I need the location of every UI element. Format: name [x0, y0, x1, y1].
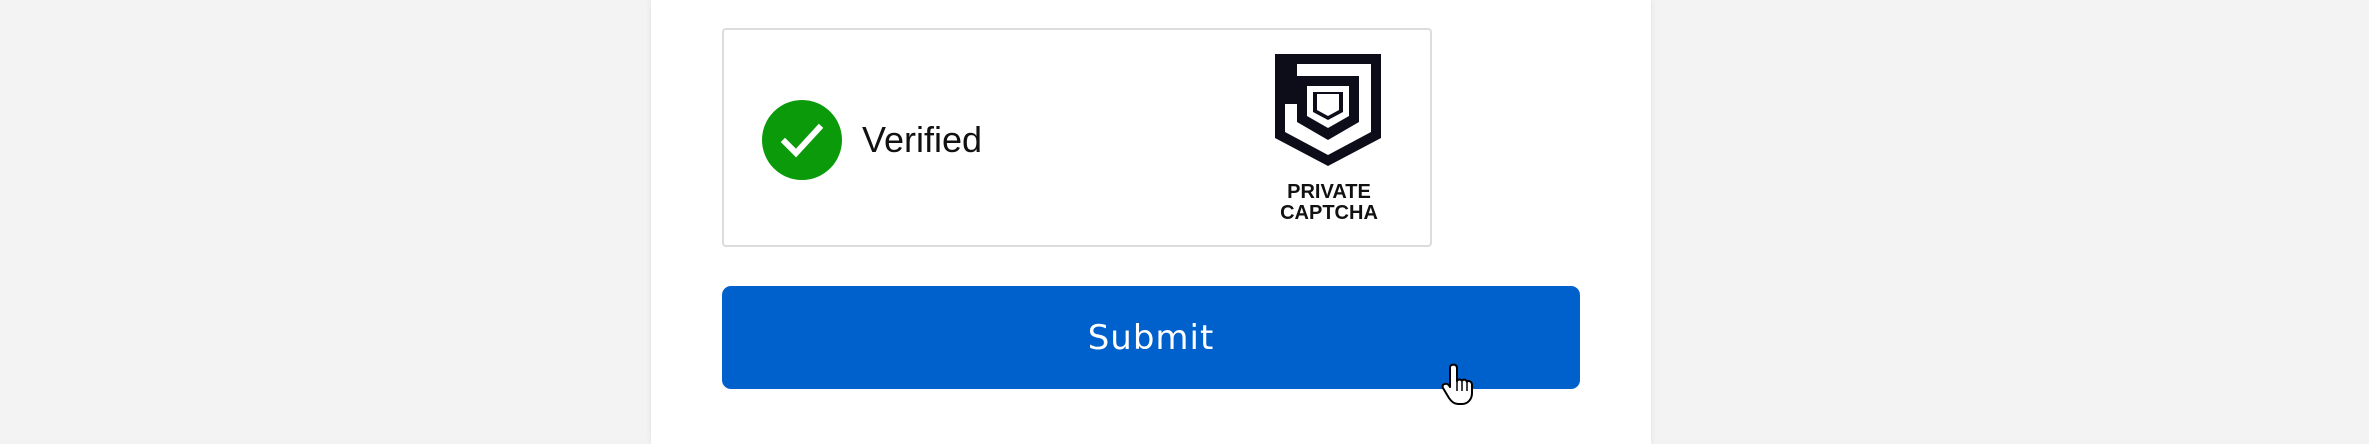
- verification-status-label: Verified: [862, 119, 983, 160]
- private-captcha-shield-logo-icon: [1275, 54, 1381, 166]
- checkmark-icon: [762, 100, 842, 180]
- captcha-brand-name: PRIVATE CAPTCHA: [1259, 182, 1399, 224]
- captcha-brand: PRIVATE CAPTCHA: [1259, 54, 1399, 234]
- hand-pointer-icon: [1440, 363, 1480, 407]
- brand-line-1: PRIVATE: [1287, 181, 1371, 203]
- brand-line-2: CAPTCHA: [1280, 202, 1378, 224]
- captcha-widget[interactable]: Verified PRIVATE CAPTCHA: [722, 28, 1432, 247]
